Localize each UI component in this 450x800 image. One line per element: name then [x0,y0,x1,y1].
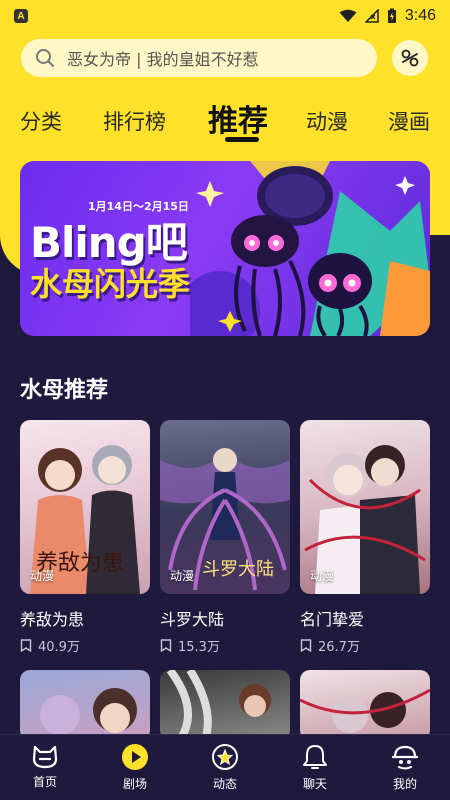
nav-label: 剧场 [122,777,147,791]
tab-ranking[interactable]: 排行榜 [103,106,166,136]
tab-comics[interactable]: 漫画 [388,106,430,136]
card-stat: 15.3万 [160,636,290,655]
card-cover: 养敌为患 动漫 [20,420,150,594]
nav-feed[interactable]: 动态 [195,743,255,792]
section-title: 水母推荐 [20,378,109,403]
search-bar[interactable]: 恶女为帝 | 我的皇姐不好惹 [21,39,377,77]
cover-illustration [40,688,137,735]
nav-theater[interactable]: 剧场 [105,743,165,792]
card-tag: 动漫 [170,569,195,583]
bell-chat-icon [303,745,327,769]
comic-card-partial[interactable] [160,670,290,740]
scan-icon [401,49,419,67]
cover-illustration [300,688,430,733]
search-icon [36,49,54,67]
status-bar: A 3:46 [0,0,450,32]
cover-title-art: 斗罗大陆 [202,559,274,580]
comic-card[interactable]: 动漫 名门挚爱 26.7万 [300,420,430,655]
scan-button[interactable] [392,40,428,76]
banner-subtitle: 水母闪光季 [30,265,191,303]
card-stat-value: 15.3万 [178,640,220,655]
profile-icon [391,745,419,770]
nav-label: 聊天 [302,777,327,791]
tab-category[interactable]: 分类 [20,106,62,136]
bookmark-icon [300,639,312,652]
bottom-nav: 首页 剧场 动态 聊天 我的 [0,734,450,800]
bookmark-icon [20,639,32,652]
card-title: 斗罗大陆 [160,610,225,629]
nav-home[interactable]: 首页 [15,743,75,790]
nav-chat[interactable]: 聊天 [285,743,345,792]
nav-label: 首页 [32,775,57,789]
comic-card[interactable]: 斗罗大陆 动漫 斗罗大陆 15.3万 [160,420,290,655]
tab-recommend[interactable]: 推荐 [208,96,268,140]
comic-card-partial[interactable] [20,670,150,740]
tab-anime[interactable]: 动漫 [306,106,348,136]
play-icon [122,744,148,770]
category-tabs: 分类 排行榜 推荐 动漫 漫画 [0,92,450,144]
nav-label: 我的 [392,777,417,791]
nav-profile[interactable]: 我的 [375,743,435,792]
card-title: 养敌为患 [20,610,85,629]
card-tag: 动漫 [30,569,55,583]
no-signal-icon [364,9,379,23]
card-stat: 26.7万 [300,636,430,655]
comic-card-partial[interactable] [300,670,430,740]
cover-illustration [166,670,271,740]
jellyfish-illustration [190,161,430,336]
app-notification-icon: A [14,9,28,23]
card-stat-value: 26.7万 [318,640,360,655]
nav-label: 动态 [212,777,237,791]
card-cover: 动漫 [300,420,430,594]
home-cat-icon [32,745,58,769]
star-badge-icon [212,744,238,770]
promo-banner[interactable]: 1月14日～2月15日 Bling吧 水母闪光季 [20,161,430,336]
card-stat-value: 40.9万 [38,640,80,655]
bookmark-icon [160,639,172,652]
status-time: 3:46 [404,7,436,24]
card-title: 名门挚爱 [300,610,365,629]
battery-charging-icon [387,8,396,23]
card-tag: 动漫 [310,569,335,583]
wifi-icon [339,9,357,22]
card-cover: 斗罗大陆 动漫 [160,420,290,594]
search-placeholder: 恶女为帝 | 我的皇姐不好惹 [67,50,259,69]
card-stat: 40.9万 [20,636,150,655]
active-tab-indicator [225,137,259,142]
comic-card[interactable]: 养敌为患 动漫 养敌为患 40.9万 [20,420,150,655]
